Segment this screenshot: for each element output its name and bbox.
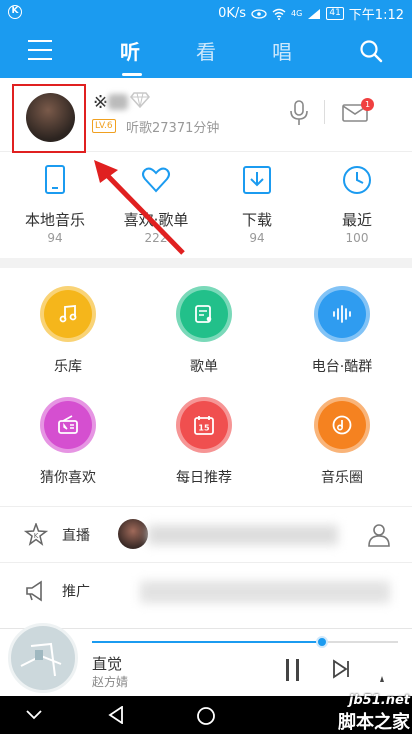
grid-label: 音乐圈 xyxy=(321,470,363,486)
music-circle-icon xyxy=(314,397,370,453)
mail-badge: 1 xyxy=(361,98,374,111)
progress-fill xyxy=(92,641,322,643)
quick-link-label: 下载 xyxy=(241,211,272,229)
row-promote[interactable]: 推广 xyxy=(0,562,412,618)
heart-icon xyxy=(142,167,170,193)
quick-link-count: 100 xyxy=(345,231,369,245)
search-icon[interactable] xyxy=(359,39,383,63)
chevron-down-icon[interactable] xyxy=(26,710,42,720)
divider xyxy=(324,100,325,124)
network-speed: 0K/s xyxy=(218,6,247,21)
watermark-name: 脚本之家 xyxy=(338,712,410,733)
playlist-icon xyxy=(176,286,232,342)
grid-label: 乐库 xyxy=(54,359,82,375)
song-artist: 赵方婧 xyxy=(92,675,129,689)
tab-listen[interactable]: 听 xyxy=(120,36,140,65)
signal-type: 4G xyxy=(291,9,303,18)
grid-label: 每日推荐 xyxy=(176,470,232,486)
tab-sing[interactable]: 唱 xyxy=(272,36,292,65)
battery-level: 41 xyxy=(326,7,344,20)
radio-icon xyxy=(40,397,96,453)
status-time: 下午1:12 xyxy=(348,8,404,23)
calendar-day: 15 xyxy=(198,424,210,433)
quick-link-label: 最近 xyxy=(341,211,372,229)
live-icon: K xyxy=(24,523,48,546)
sound-wave-icon xyxy=(314,286,370,342)
user-icon[interactable] xyxy=(368,523,390,547)
signal-icon xyxy=(308,8,321,19)
watermark-url: jb51.net xyxy=(348,693,410,708)
username-blur xyxy=(108,94,128,110)
album-disc[interactable] xyxy=(8,623,78,693)
phone-icon xyxy=(45,165,65,194)
listen-time: 听歌27371分钟 xyxy=(126,121,220,136)
row-live[interactable]: K 直播 xyxy=(0,506,412,562)
quick-link-count: 94 xyxy=(47,231,63,245)
top-nav: 听 看 唱 xyxy=(0,24,412,78)
eye-icon xyxy=(251,8,267,19)
svg-text:K: K xyxy=(34,532,39,540)
wifi-icon xyxy=(272,8,286,20)
username: ※ xyxy=(93,92,109,113)
progress-bar[interactable] xyxy=(92,636,398,648)
download-icon xyxy=(243,166,271,194)
app-k-icon: K xyxy=(8,5,22,19)
grid-label: 歌单 xyxy=(190,359,218,375)
avatar[interactable] xyxy=(26,93,75,142)
tab-watch[interactable]: 看 xyxy=(196,36,216,65)
megaphone-icon xyxy=(26,580,42,602)
quick-links: 本地音乐 94 喜欢·歌单 222 下载 94 最近 100 xyxy=(0,152,412,258)
diamond-icon xyxy=(130,92,150,108)
pause-icon[interactable] xyxy=(286,659,300,681)
promote-text-blur xyxy=(140,581,390,603)
song-title: 直觉 xyxy=(92,655,123,673)
mini-player[interactable]: 直觉 赵方婧 xyxy=(0,623,412,696)
home-icon[interactable] xyxy=(196,706,216,726)
clock-icon xyxy=(343,166,371,194)
watermark: jb51.net 脚本之家 xyxy=(338,693,410,734)
avatar-highlight xyxy=(12,84,86,153)
next-icon[interactable] xyxy=(332,659,350,679)
active-tab-indicator xyxy=(122,73,142,76)
progress-knob[interactable] xyxy=(315,636,328,648)
album-art-icon xyxy=(20,642,62,677)
live-avatar xyxy=(118,519,148,549)
quick-link-label: 本地音乐 xyxy=(24,211,85,229)
grid-label: 猜你喜欢 xyxy=(40,470,96,486)
grid-label: 电台·酷群 xyxy=(311,359,373,375)
more-icon[interactable] xyxy=(380,667,384,682)
music-note-icon xyxy=(40,286,96,342)
row-label: 推广 xyxy=(62,584,90,600)
calendar-icon: 15 xyxy=(176,397,232,453)
level-badge: LV.6 xyxy=(92,119,116,133)
quick-link-label: 喜欢·歌单 xyxy=(123,211,189,229)
status-bar: K 0K/s 4G 41 下午1:12 xyxy=(0,0,412,24)
quick-link-count: 94 xyxy=(249,231,265,245)
menu-icon[interactable] xyxy=(28,40,52,60)
live-text-blur xyxy=(148,525,338,545)
back-icon[interactable] xyxy=(108,706,124,724)
microphone-icon[interactable] xyxy=(289,100,309,126)
section-separator xyxy=(0,258,412,268)
quick-link-count: 222 xyxy=(144,231,168,245)
row-label: 直播 xyxy=(62,528,90,544)
